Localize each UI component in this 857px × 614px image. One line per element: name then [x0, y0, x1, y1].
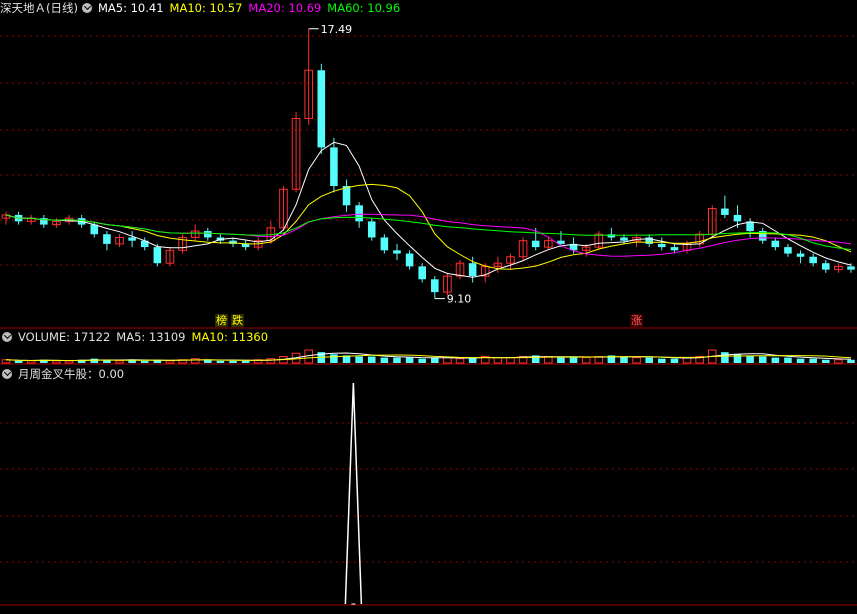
- candle-body: [380, 237, 389, 251]
- indicator-header: 月周金叉牛股：0.00: [0, 366, 130, 382]
- volume-bar: [821, 359, 830, 363]
- volume-bar: [784, 357, 792, 363]
- volume-bar: [758, 356, 767, 363]
- candle-body: [658, 243, 666, 248]
- chart-canvas: 17.49 9.10: [0, 23, 857, 606]
- volume-bar: [847, 359, 855, 363]
- indicator-spike: [344, 382, 363, 605]
- candle-body: [367, 221, 376, 238]
- candle-body: [204, 231, 212, 238]
- volume-ma5-label: MA5: 13109: [116, 330, 186, 344]
- candle-body: [431, 279, 439, 293]
- main-header: 深天地Ａ(日线) MA5: 10.41 MA10: 10.57 MA20: 10.69…: [0, 0, 406, 16]
- volume-bar: [14, 360, 23, 363]
- candle-body: [317, 70, 326, 148]
- volume-bar: [506, 357, 515, 364]
- volume-bar: [632, 357, 641, 364]
- volume-bar: [26, 360, 36, 364]
- volume-bar: [405, 357, 414, 363]
- candle-body: [771, 240, 780, 248]
- volume-bar: [52, 360, 61, 364]
- low-price-label: 9.10: [447, 293, 472, 306]
- volume-bar: [721, 352, 729, 363]
- candle-body: [90, 224, 99, 235]
- marker-fall: 跌: [231, 314, 244, 327]
- candle-body: [796, 253, 805, 257]
- candle-body: [330, 147, 338, 187]
- volume-bar: [569, 357, 578, 363]
- candle-body: [153, 247, 162, 264]
- ma20-line: [5, 213, 852, 257]
- candle-body: [721, 208, 729, 215]
- high-price-label: 17.49: [321, 23, 353, 36]
- volume-bar: [216, 360, 225, 363]
- volume-bar: [330, 354, 338, 363]
- ma10-label: MA10: 10.57: [169, 1, 243, 15]
- candle-body: [821, 263, 830, 270]
- candle-body: [531, 240, 540, 248]
- volume-bar: [229, 360, 237, 363]
- volume-bar: [645, 357, 653, 363]
- candle-body: [670, 247, 679, 251]
- volume-bar: [367, 356, 376, 363]
- candle-body: [393, 250, 401, 254]
- volume-bar: [658, 358, 666, 363]
- candle-body: [103, 234, 111, 244]
- volume-header: VOLUME: 17122 MA5: 13109 MA10: 11360: [0, 329, 274, 345]
- candle-body: [468, 263, 477, 277]
- volume-bar: [620, 356, 628, 363]
- ma5-label: MA5: 10.41: [97, 1, 164, 15]
- volume-bar: [670, 358, 679, 363]
- volume-bar: [834, 359, 843, 364]
- volume-bar: [355, 356, 363, 363]
- volume-bar: [771, 357, 780, 363]
- marker-rise: 涨: [630, 314, 643, 327]
- volume-bar: [557, 357, 565, 363]
- volume-bar: [581, 357, 591, 364]
- ma20-label: MA20: 10.69: [248, 1, 322, 15]
- indicator-label: 月周金叉牛股：0.00: [18, 367, 125, 381]
- candle-body: [847, 266, 855, 270]
- indicator-menu-icon[interactable]: [2, 369, 12, 379]
- volume-bar: [380, 357, 389, 363]
- volume-bar: [165, 360, 175, 364]
- candle-body: [784, 247, 792, 254]
- candle-body: [733, 214, 742, 222]
- volume-bar: [90, 358, 99, 363]
- volume-bar: [431, 357, 439, 363]
- volume-bar: [115, 360, 124, 364]
- volume-menu-icon[interactable]: [2, 332, 12, 342]
- stock-title: 深天地Ａ(日线): [0, 1, 78, 15]
- volume-bar: [266, 358, 276, 364]
- volume-bar: [64, 360, 74, 364]
- volume-bar: [796, 358, 805, 363]
- candle-body: [342, 186, 351, 206]
- volume-bar: [455, 358, 465, 364]
- volume-bar: [190, 358, 200, 364]
- volume-bar: [241, 360, 250, 363]
- marker-rank: 榜: [215, 314, 228, 327]
- volume-bar: [140, 360, 149, 363]
- chart-stage: 17.49 9.10 深天地Ａ(日线) MA5: 10.41 MA10: 10.57 M…: [0, 0, 857, 610]
- candle-body: [418, 266, 426, 280]
- ma60-label: MA60: 10.96: [327, 1, 401, 15]
- candle-body: [405, 253, 414, 267]
- candle-body: [128, 237, 136, 241]
- volume-bar: [418, 358, 426, 363]
- candle-body: [620, 237, 628, 241]
- volume-bar: [809, 358, 817, 363]
- main-menu-icon[interactable]: [81, 3, 92, 13]
- volume-bar: [746, 355, 754, 363]
- volume-label: VOLUME: 17122: [18, 330, 111, 344]
- volume-bar: [393, 357, 401, 363]
- volume-bar: [493, 357, 503, 364]
- volume-ma10-label: MA10: 11360: [191, 330, 269, 344]
- volume-bar: [443, 357, 452, 364]
- candle-body: [355, 205, 363, 222]
- candle-body: [809, 256, 817, 264]
